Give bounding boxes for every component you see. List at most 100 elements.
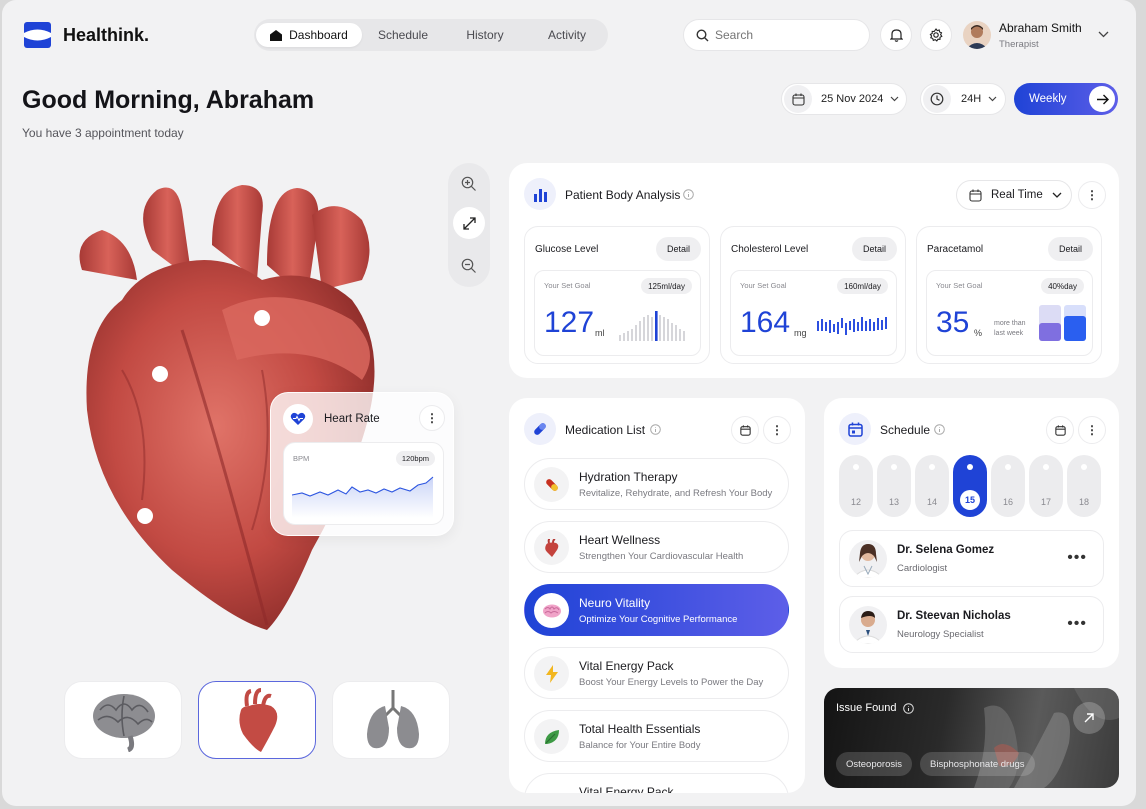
more-horizontal-icon[interactable]: ••• <box>1067 549 1087 567</box>
organ-thumb-heart[interactable] <box>198 681 316 759</box>
stat-label: Cholesterol Level <box>731 244 809 255</box>
bell-icon <box>889 29 903 42</box>
day-number: 16 <box>1002 497 1013 507</box>
medication-name: Vital Energy Pack <box>579 785 674 793</box>
detail-button[interactable]: Detail <box>851 237 897 261</box>
search-input[interactable] <box>715 28 855 42</box>
day-pill[interactable]: 18 <box>1067 455 1101 517</box>
stat-unit: mg <box>794 328 807 338</box>
bpm-sparkline <box>292 476 434 518</box>
tab-label: Dashboard <box>289 28 348 42</box>
stat-label: Glucose Level <box>535 244 599 255</box>
day-pill[interactable]: 13 <box>877 455 911 517</box>
calendar-button[interactable] <box>731 416 759 444</box>
medication-item-active[interactable]: Neuro Vitality Optimize Your Cognitive P… <box>524 584 789 636</box>
medication-overflow: Vital Energy Pack <box>509 771 805 793</box>
zoom-in-icon[interactable] <box>461 176 477 192</box>
stat-note: more than last week <box>994 320 1026 337</box>
stat-glucose: Glucose Level Detail Your Set Goal 125ml… <box>524 226 710 364</box>
detail-button[interactable]: Detail <box>655 237 701 261</box>
greeting-subtitle: You have 3 appointment today <box>22 126 184 140</box>
tab-dashboard[interactable]: Dashboard <box>256 23 362 47</box>
day-pill[interactable]: 16 <box>991 455 1025 517</box>
more-button[interactable]: ⋮ <box>1078 416 1106 444</box>
info-icon[interactable] <box>903 703 914 714</box>
heart-rate-chart: BPM 120bpm <box>283 442 444 525</box>
chevron-down-icon <box>1052 192 1062 198</box>
zoom-out-icon[interactable] <box>461 258 477 274</box>
more-vertical-icon: ⋮ <box>771 423 783 437</box>
stat-goal-box: Your Set Goal 40%day 35 % more than last… <box>926 270 1093 356</box>
more-button[interactable]: ⋮ <box>763 416 791 444</box>
expand-button[interactable] <box>453 207 485 239</box>
day-number: 14 <box>926 497 937 507</box>
zoom-controls <box>448 163 490 287</box>
day-pill[interactable]: 17 <box>1029 455 1063 517</box>
hotspot-marker[interactable] <box>137 508 153 524</box>
medication-desc: Boost Your Energy Levels to Power the Da… <box>579 677 764 688</box>
medication-item[interactable]: Hydration Therapy Revitalize, Rehydrate,… <box>524 458 789 510</box>
date-picker[interactable]: 25 Nov 2024 <box>781 83 907 115</box>
goal-value: 125ml/day <box>641 278 692 294</box>
realtime-select[interactable]: Real Time <box>956 180 1072 210</box>
goal-value: 40%day <box>1041 278 1084 294</box>
detail-button[interactable]: Detail <box>1047 237 1093 261</box>
tab-activity[interactable]: Activity <box>528 23 606 47</box>
doctor-item[interactable]: Dr. Steevan Nicholas Neurology Specialis… <box>839 596 1104 653</box>
search-icon <box>696 28 709 41</box>
info-icon[interactable] <box>683 189 694 200</box>
more-button[interactable]: ⋮ <box>1078 181 1106 209</box>
hotspot-marker[interactable] <box>254 310 270 326</box>
tab-schedule[interactable]: Schedule <box>364 23 442 47</box>
calendar-icon <box>969 189 982 202</box>
bar-last-week <box>1039 305 1061 341</box>
organ-thumb-lungs[interactable] <box>332 681 450 759</box>
realtime-label: Real Time <box>991 189 1043 201</box>
cholesterol-bars <box>817 317 887 335</box>
more-horizontal-icon[interactable]: ••• <box>1067 615 1087 633</box>
open-issue-button[interactable] <box>1073 702 1105 734</box>
date-value: 25 Nov 2024 <box>821 93 884 105</box>
notifications-button[interactable] <box>880 19 912 51</box>
info-icon[interactable] <box>650 424 661 435</box>
issue-tag[interactable]: Bisphosphonate drugs <box>920 752 1035 776</box>
stat-unit: % <box>974 328 983 338</box>
medication-item[interactable]: Total Health Essentials Balance for Your… <box>524 710 789 762</box>
medication-item[interactable]: Heart Wellness Strengthen Your Cardiovas… <box>524 521 789 573</box>
goal-label: Your Set Goal <box>740 281 787 290</box>
issue-tag[interactable]: Osteoporosis <box>836 752 912 776</box>
settings-button[interactable] <box>920 19 952 51</box>
calendar-icon <box>1054 424 1066 436</box>
info-icon[interactable] <box>934 424 945 435</box>
analysis-title: Patient Body Analysis <box>565 188 681 202</box>
calendar-button[interactable] <box>1046 416 1074 444</box>
stat-value: 127 <box>544 306 595 339</box>
stat-value: 35 <box>936 306 970 339</box>
organ-thumb-brain[interactable] <box>64 681 182 759</box>
calendar-icon <box>784 85 812 113</box>
avatar[interactable] <box>963 21 991 49</box>
chevron-down-icon[interactable] <box>1098 31 1109 38</box>
range-value: 24H <box>961 93 982 105</box>
day-number: 15 <box>960 490 980 510</box>
more-button[interactable]: ⋮ <box>419 405 445 431</box>
goal-label: Your Set Goal <box>544 281 591 290</box>
medication-item[interactable]: Vital Energy Pack Boost Your Energy Leve… <box>524 647 789 699</box>
bar-chart-icon <box>524 178 556 210</box>
period-toggle[interactable]: Weekly <box>1014 83 1118 115</box>
bar-this-week <box>1064 305 1086 341</box>
medication-desc: Strengthen Your Cardiovascular Health <box>579 551 744 562</box>
search-bar[interactable] <box>683 19 870 51</box>
day-pill[interactable]: 14 <box>915 455 949 517</box>
medication-item[interactable]: Vital Energy Pack <box>524 773 789 793</box>
day-pill[interactable]: 12 <box>839 455 873 517</box>
day-pill-active[interactable]: 15 <box>953 455 987 517</box>
arrow-up-right-icon <box>1084 713 1094 723</box>
range-select[interactable]: 24H <box>920 83 1006 115</box>
hotspot-marker[interactable] <box>152 366 168 382</box>
doctor-item[interactable]: Dr. Selena Gomez Cardiologist ••• <box>839 530 1104 587</box>
lightning-icon <box>534 656 569 691</box>
medication-desc: Revitalize, Rehydrate, and Refresh Your … <box>579 488 773 499</box>
tab-history[interactable]: History <box>446 23 524 47</box>
medication-name: Heart Wellness <box>579 533 661 547</box>
